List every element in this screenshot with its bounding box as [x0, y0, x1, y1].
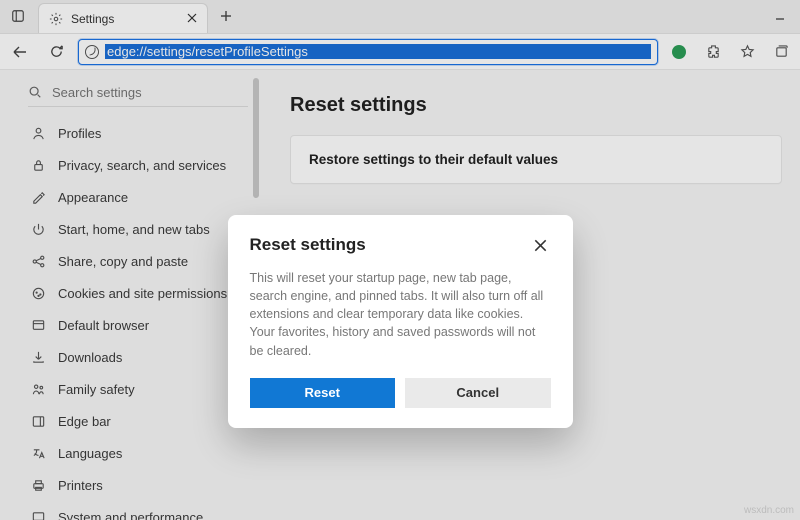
dialog-body: This will reset your startup page, new t… — [250, 269, 551, 360]
reset-dialog: Reset settings This will reset your star… — [228, 215, 573, 428]
modal-overlay: Reset settings This will reset your star… — [0, 0, 800, 520]
cancel-button[interactable]: Cancel — [405, 378, 551, 408]
watermark: wsxdn.com — [744, 505, 794, 516]
reset-button[interactable]: Reset — [250, 378, 396, 408]
dialog-title: Reset settings — [250, 235, 366, 255]
close-icon[interactable] — [531, 235, 551, 255]
